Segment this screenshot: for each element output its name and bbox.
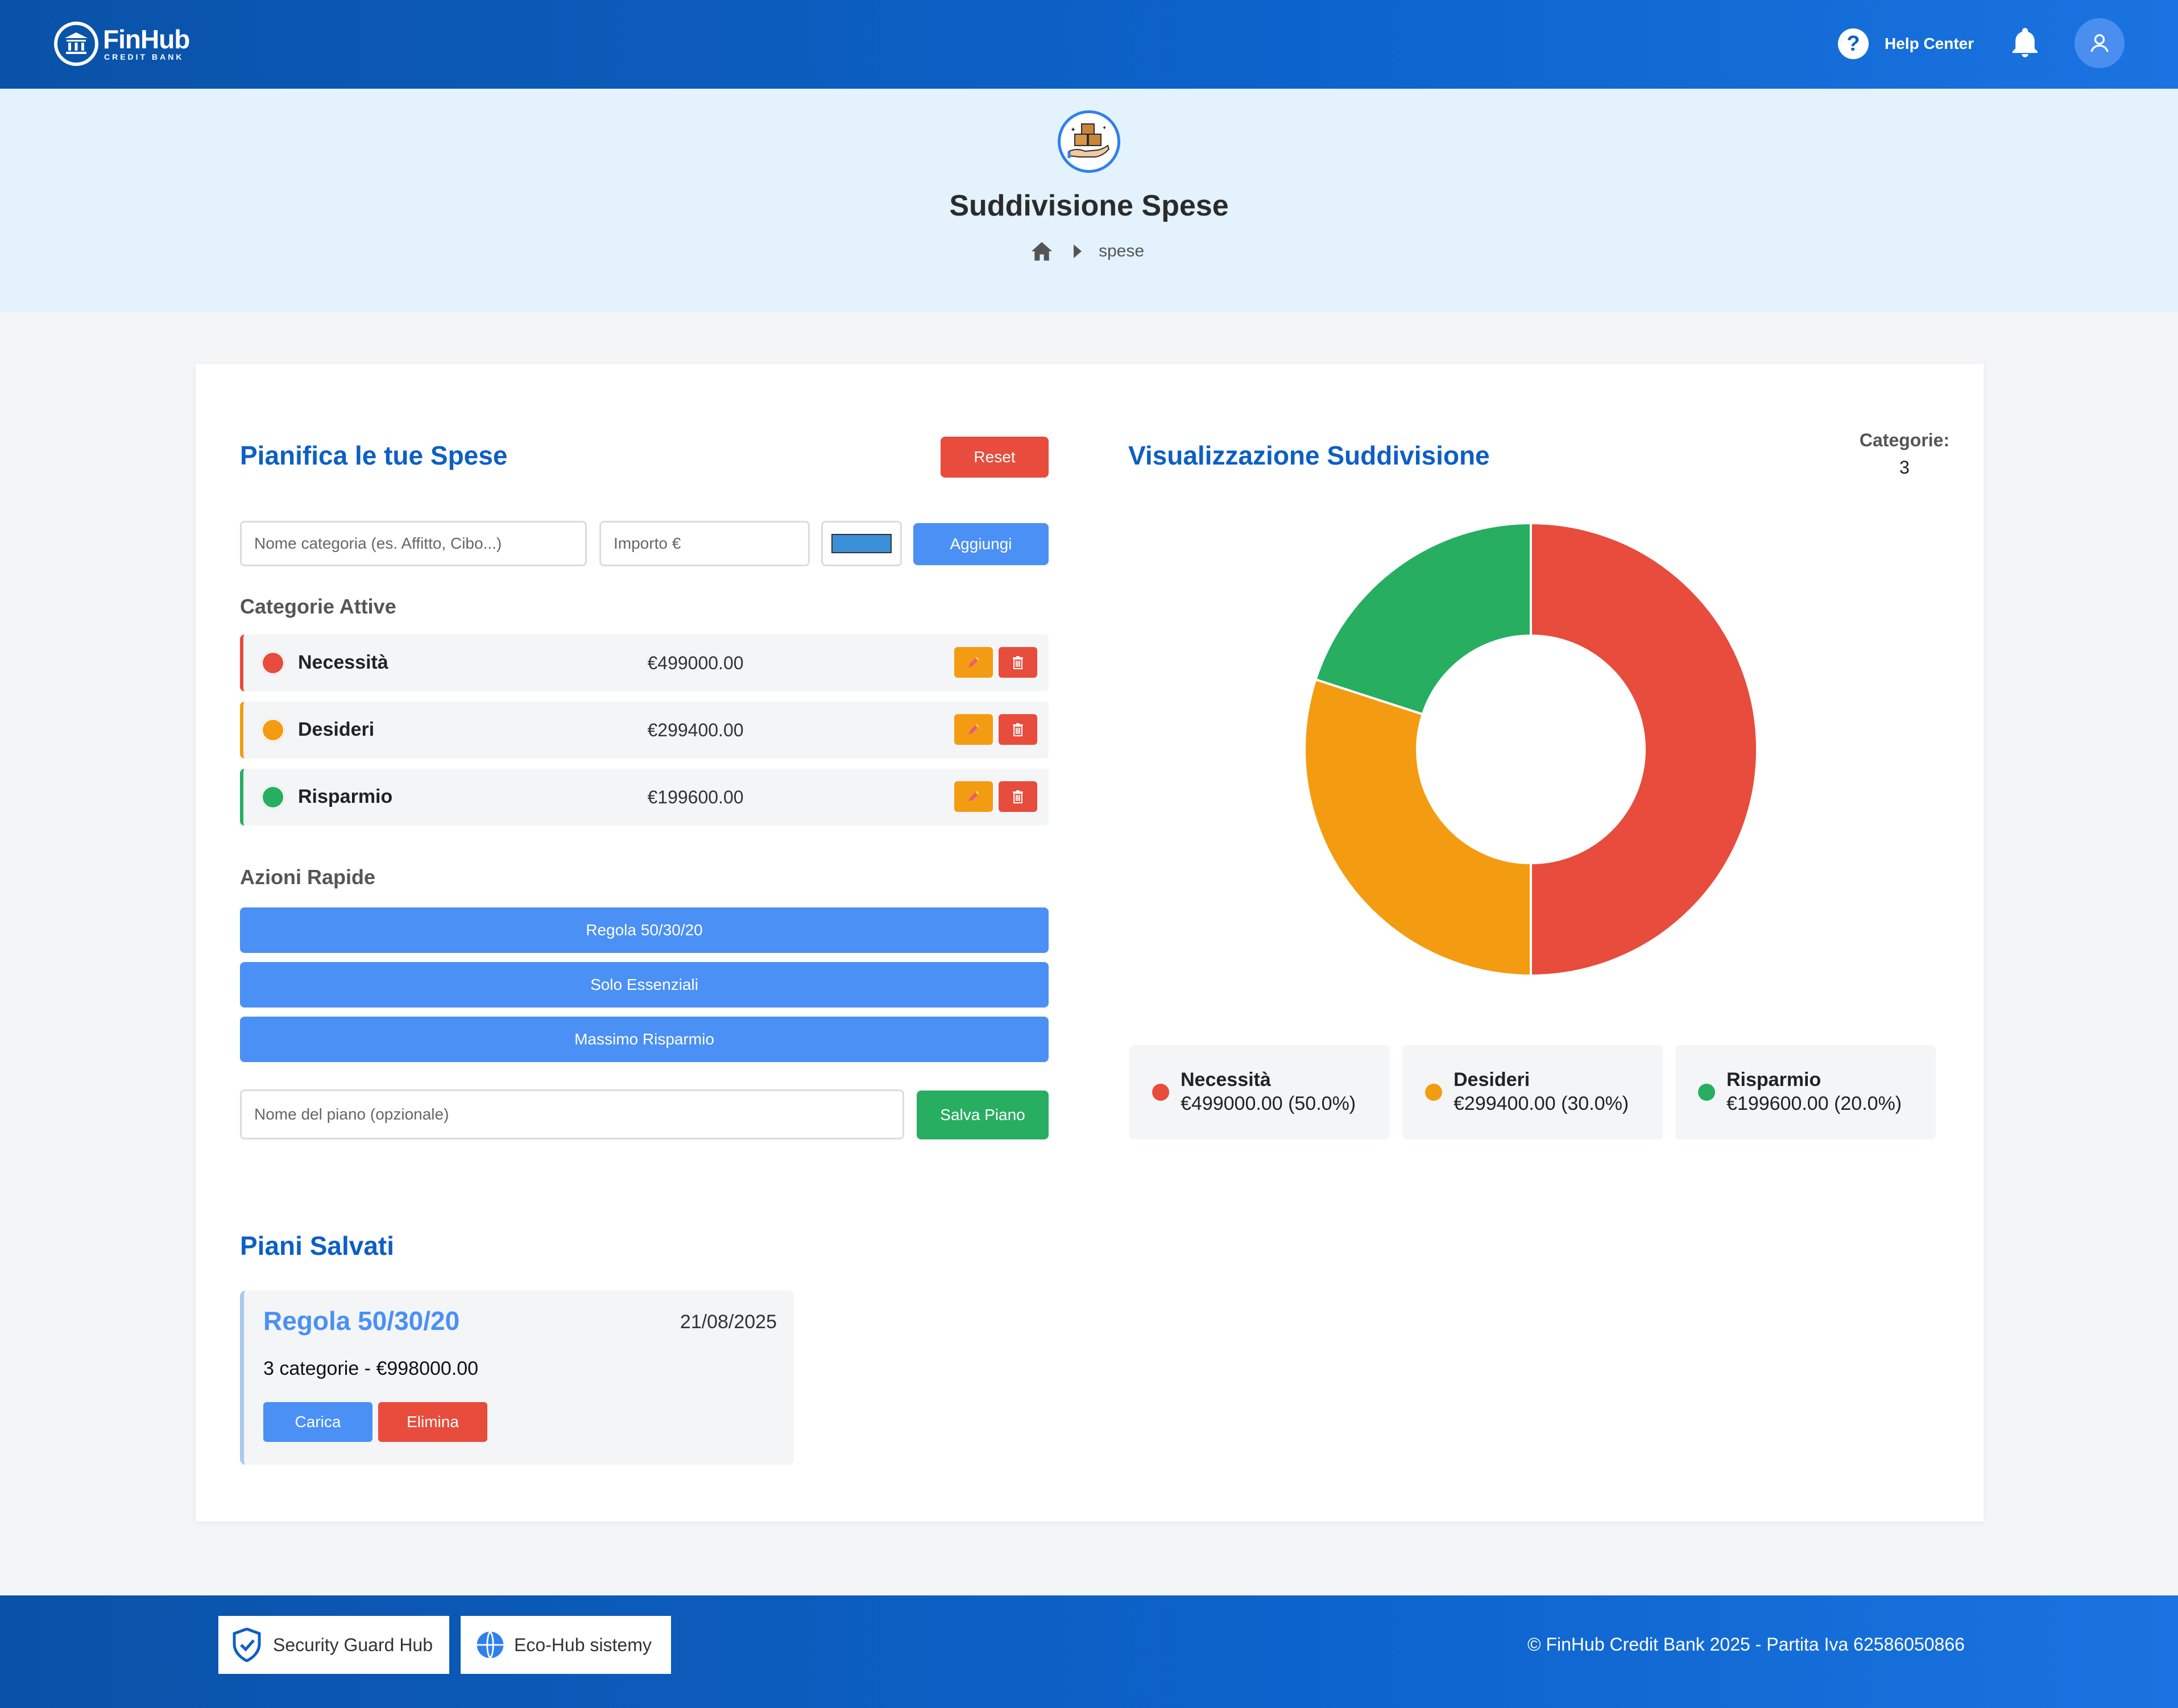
category-name: Desideri	[298, 719, 375, 740]
category-color-dot	[262, 652, 284, 674]
category-name: Risparmio	[298, 786, 393, 807]
svg-text:✦: ✦	[1070, 126, 1076, 134]
category-row: Desideri €299400.00	[240, 702, 1049, 758]
delete-category-button[interactable]	[999, 781, 1037, 812]
quick-action-button[interactable]: Massimo Risparmio	[240, 1017, 1049, 1062]
security-guard-hub-badge[interactable]: Security Guard Hub	[218, 1616, 449, 1674]
legend-name: Necessità	[1181, 1069, 1271, 1091]
category-name-input[interactable]	[240, 521, 587, 566]
security-guard-hub-label: Security Guard Hub	[273, 1634, 433, 1655]
shield-icon	[233, 1628, 261, 1662]
category-amount: €299400.00	[647, 720, 744, 740]
category-amount: €499000.00	[647, 653, 744, 673]
chevron-right-icon	[1074, 244, 1082, 258]
edit-category-button[interactable]	[954, 781, 993, 812]
trash-icon	[1013, 656, 1023, 669]
help-center-link[interactable]: ? Help Center	[1838, 28, 1974, 59]
user-icon	[2090, 34, 2109, 52]
legend-name: Desideri	[1454, 1069, 1530, 1091]
color-picker[interactable]	[821, 521, 902, 566]
quick-action-button[interactable]: Solo Essenziali	[240, 962, 1049, 1008]
legend-value: €299400.00 (30.0%)	[1454, 1093, 1629, 1114]
amount-input[interactable]	[599, 521, 810, 566]
user-avatar[interactable]	[2075, 18, 2125, 68]
bell-icon[interactable]	[2007, 25, 2043, 60]
trash-icon	[1013, 790, 1023, 803]
save-plan-button[interactable]: Salva Piano	[917, 1091, 1049, 1139]
quick-action-button[interactable]: Regola 50/30/20	[240, 907, 1049, 953]
saved-plan-date: 21/08/2025	[680, 1311, 777, 1333]
category-row: Necessità €499000.00	[240, 635, 1049, 691]
eco-hub-badge[interactable]: Eco-Hub sistemy	[461, 1616, 671, 1674]
saved-plan-summary: 3 categorie - €998000.00	[263, 1358, 479, 1379]
legend-item: Desideri €299400.00 (30.0%)	[1402, 1045, 1663, 1139]
legend-item: Necessità €499000.00 (50.0%)	[1129, 1045, 1390, 1139]
question-icon: ?	[1838, 28, 1869, 59]
page-header: ✦ ✦ Suddivisione Spese spese	[0, 89, 2178, 312]
pencil-icon	[968, 657, 979, 668]
planner-title: Pianifica le tue Spese	[240, 441, 508, 470]
legend-value: €499000.00 (50.0%)	[1181, 1093, 1356, 1114]
color-swatch	[831, 534, 892, 553]
delete-plan-button[interactable]: Elimina	[378, 1402, 487, 1442]
main-card: Pianifica le tue Spese Reset Aggiungi Ca…	[196, 364, 1984, 1522]
edit-category-button[interactable]	[954, 647, 993, 678]
help-center-label: Help Center	[1885, 35, 1974, 52]
donut-chart	[1303, 521, 1758, 977]
copyright-text: © FinHub Credit Bank 2025 - Partita Iva …	[1527, 1634, 1965, 1655]
category-amount: €199600.00	[647, 787, 744, 807]
page-title: Suddivisione Spese	[949, 189, 1229, 222]
saved-plan-name: Regola 50/30/20	[263, 1306, 460, 1336]
trash-icon	[1013, 723, 1023, 736]
category-count-label: Categorie:	[1859, 430, 1950, 450]
load-plan-button[interactable]: Carica	[263, 1402, 372, 1442]
breadcrumb-current: spese	[1099, 242, 1145, 260]
quick-actions-title: Azioni Rapide	[240, 865, 376, 889]
legend-item: Risparmio €199600.00 (20.0%)	[1675, 1045, 1936, 1139]
brand-logo[interactable]: FinHub CREDIT BANK	[54, 19, 190, 68]
boxes-in-hand-icon: ✦ ✦	[1058, 110, 1120, 173]
saved-plans-title: Piani Salvati	[240, 1231, 395, 1261]
breadcrumb: spese	[1029, 240, 1144, 263]
donut-slice-necessit[interactable]	[1530, 521, 1758, 977]
delete-category-button[interactable]	[999, 714, 1037, 745]
svg-text:✦: ✦	[1102, 125, 1107, 131]
globe-icon	[477, 1631, 504, 1659]
bank-icon	[54, 22, 98, 66]
plan-name-input[interactable]	[240, 1089, 904, 1139]
category-color-dot	[262, 719, 284, 741]
legend-name: Risparmio	[1726, 1069, 1821, 1091]
donut-slice-risparmio[interactable]	[1314, 521, 1532, 716]
brand-tagline: CREDIT BANK	[104, 52, 184, 61]
footer: Security Guard Hub Eco-Hub sistemy © Fin…	[0, 1595, 2178, 1708]
visualization-title: Visualizzazione Suddivisione	[1128, 441, 1490, 470]
pencil-icon	[968, 791, 979, 802]
edit-category-button[interactable]	[954, 714, 993, 745]
legend-value: €199600.00 (20.0%)	[1726, 1093, 1902, 1114]
pencil-icon	[968, 724, 979, 735]
legend-color-dot	[1698, 1084, 1715, 1101]
eco-hub-label: Eco-Hub sistemy	[514, 1634, 652, 1655]
saved-plan-card: Regola 50/30/20 21/08/2025 3 categorie -…	[240, 1291, 794, 1465]
home-icon[interactable]	[1029, 240, 1054, 263]
brand-name: FinHub	[103, 24, 190, 54]
category-count-value: 3	[1899, 457, 1910, 478]
category-row: Risparmio €199600.00	[240, 769, 1049, 826]
delete-category-button[interactable]	[999, 647, 1037, 678]
add-category-button[interactable]: Aggiungi	[913, 523, 1049, 565]
top-navbar: FinHub CREDIT BANK ? Help Center	[0, 0, 2178, 89]
legend-color-dot	[1425, 1084, 1442, 1101]
reset-button[interactable]: Reset	[941, 437, 1049, 478]
category-name: Necessità	[298, 652, 388, 673]
active-categories-title: Categorie Attive	[240, 595, 396, 618]
donut-slice-desideri[interactable]	[1303, 678, 1532, 977]
category-color-dot	[262, 786, 284, 809]
legend-color-dot	[1152, 1084, 1169, 1101]
